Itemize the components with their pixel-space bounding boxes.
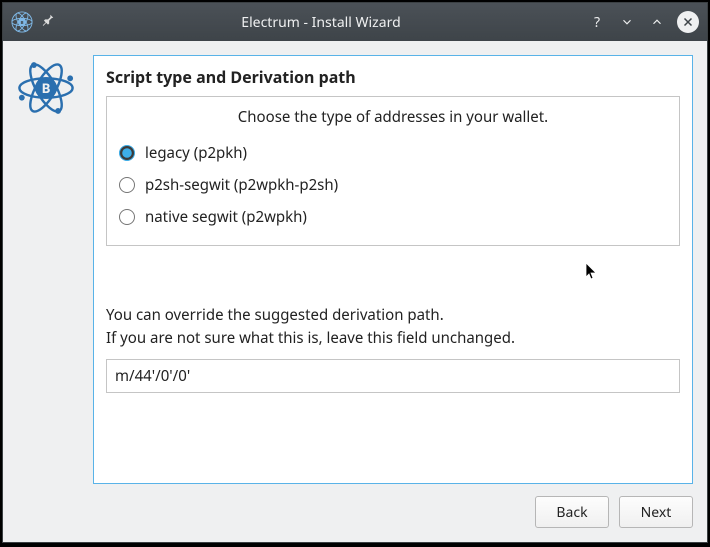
radio-legacy[interactable]	[119, 145, 135, 161]
hint-line-2: If you are not sure what this is, leave …	[106, 327, 680, 350]
derivation-path-input[interactable]	[106, 359, 680, 393]
back-button[interactable]: Back	[535, 496, 609, 528]
hint-line-1: You can override the suggested derivatio…	[106, 304, 680, 327]
option-p2sh-segwit[interactable]: p2sh-segwit (p2wpkh-p2sh)	[119, 169, 667, 201]
option-label: p2sh-segwit (p2wpkh-p2sh)	[145, 175, 338, 195]
close-icon[interactable]	[677, 11, 699, 33]
electrum-logo-icon: B	[17, 103, 75, 122]
button-row: Back Next	[17, 484, 693, 528]
window-title: Electrum - Install Wizard	[61, 13, 581, 32]
svg-text:B: B	[42, 79, 51, 97]
radio-native-segwit[interactable]	[119, 209, 135, 225]
logo-column: B	[17, 55, 79, 484]
maximize-icon[interactable]	[647, 12, 667, 32]
pin-icon[interactable]	[41, 13, 55, 32]
section-title: Script type and Derivation path	[106, 66, 680, 88]
option-label: legacy (p2pkh)	[145, 143, 247, 163]
app-icon: B	[11, 11, 33, 33]
option-label: native segwit (p2wpkh)	[145, 207, 307, 227]
content-panel: Script type and Derivation path Choose t…	[93, 55, 693, 484]
main-row: B Script type and Derivation path Choose…	[17, 55, 693, 484]
group-caption: Choose the type of addresses in your wal…	[119, 107, 667, 127]
address-type-group: Choose the type of addresses in your wal…	[106, 96, 680, 246]
option-native-segwit[interactable]: native segwit (p2wpkh)	[119, 201, 667, 233]
titlebar[interactable]: B Electrum - Install Wizard ?	[3, 3, 707, 41]
help-icon[interactable]: ?	[587, 12, 607, 32]
window-body: B Script type and Derivation path Choose…	[3, 41, 707, 542]
radio-p2sh-segwit[interactable]	[119, 177, 135, 193]
option-legacy[interactable]: legacy (p2pkh)	[119, 137, 667, 169]
minimize-icon[interactable]	[617, 12, 637, 32]
svg-text:B: B	[20, 20, 23, 26]
next-button[interactable]: Next	[619, 496, 693, 528]
derivation-hint: You can override the suggested derivatio…	[106, 304, 680, 349]
title-controls: ?	[587, 11, 699, 33]
app-window: B Electrum - Install Wizard ?	[2, 2, 708, 543]
